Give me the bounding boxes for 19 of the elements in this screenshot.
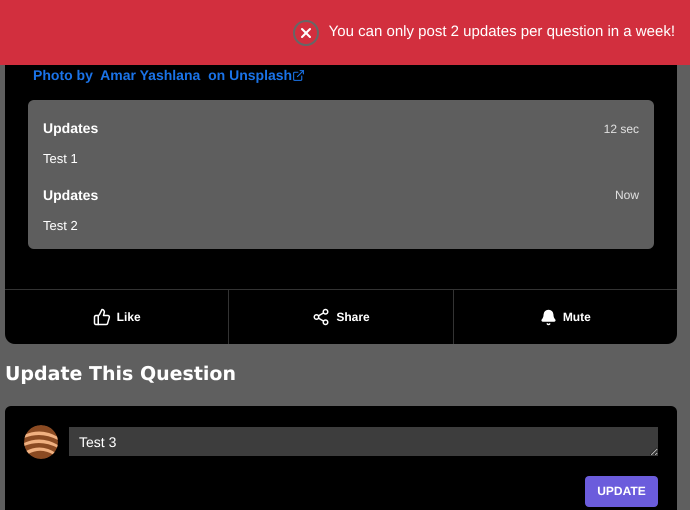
update-title: Updates bbox=[43, 186, 98, 205]
update-text: Test 2 bbox=[43, 216, 79, 234]
close-icon[interactable] bbox=[292, 20, 319, 46]
share-icon bbox=[312, 308, 330, 326]
mute-button[interactable]: Mute bbox=[452, 290, 677, 344]
bell-icon bbox=[540, 308, 557, 326]
update-time: Now bbox=[614, 187, 639, 204]
update-time: 12 sec bbox=[604, 120, 639, 138]
section-heading: Update This Question bbox=[4, 362, 238, 387]
thumbs-up-icon bbox=[92, 308, 111, 326]
share-button[interactable]: Share bbox=[228, 290, 453, 344]
update-text: Test 1 bbox=[43, 150, 79, 168]
update-title: Updates bbox=[43, 119, 98, 138]
update-input[interactable]: Test 3 bbox=[69, 427, 658, 456]
photo-credit-link[interactable]: Photo by Amar Yashlana on Unsplash bbox=[33, 64, 306, 86]
update-button[interactable]: UPDATE bbox=[585, 476, 658, 506]
like-button[interactable]: Like bbox=[5, 290, 228, 344]
toast-message: You can only post 2 updates per question in a week! bbox=[328, 22, 675, 42]
external-link-icon bbox=[292, 68, 306, 82]
